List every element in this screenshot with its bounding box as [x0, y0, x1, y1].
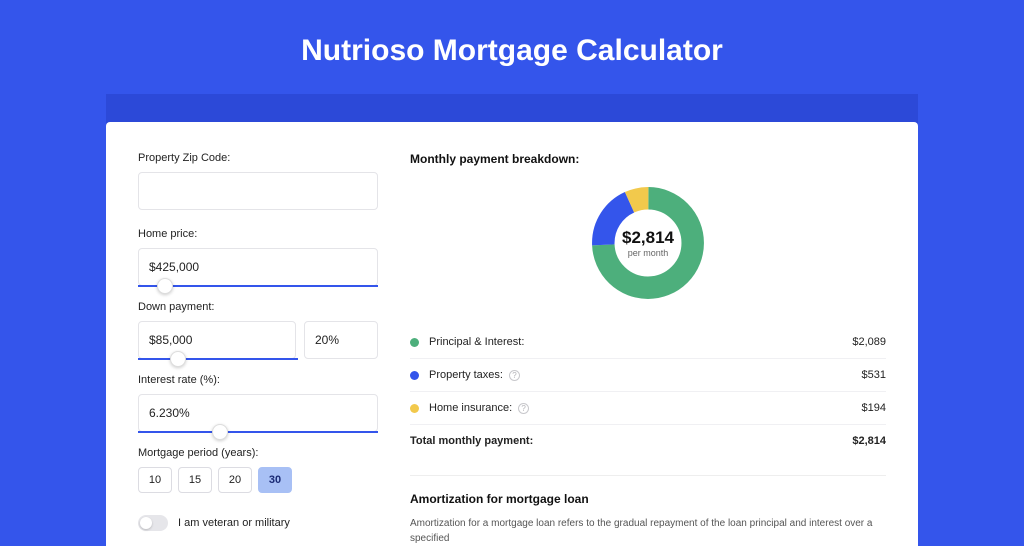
content-band: Property Zip Code: Home price: Down paym… [106, 94, 918, 546]
interest-field: Interest rate (%): [138, 374, 378, 433]
term-option-20[interactable]: 20 [218, 467, 252, 493]
donut-sub: per month [628, 248, 669, 258]
down-payment-slider[interactable] [138, 358, 298, 360]
legend-value: $2,089 [852, 336, 886, 348]
interest-slider[interactable] [138, 431, 378, 433]
legend-dot-icon [410, 338, 419, 347]
interest-slider-thumb[interactable] [212, 424, 228, 440]
amortization-body: Amortization for a mortgage loan refers … [410, 516, 886, 546]
donut-chart-wrap: $2,814 per month [410, 184, 886, 302]
inputs-column: Property Zip Code: Home price: Down paym… [138, 152, 378, 546]
term-option-30[interactable]: 30 [258, 467, 292, 493]
legend-total-label: Total monthly payment: [410, 435, 852, 447]
home-price-input[interactable] [138, 248, 378, 286]
breakdown-title: Monthly payment breakdown: [410, 152, 886, 166]
legend-total-value: $2,814 [852, 435, 886, 447]
legend-value: $194 [862, 402, 886, 414]
interest-label: Interest rate (%): [138, 374, 378, 386]
term-option-15[interactable]: 15 [178, 467, 212, 493]
donut-amount: $2,814 [622, 228, 674, 248]
donut-chart: $2,814 per month [589, 184, 707, 302]
donut-center: $2,814 per month [589, 184, 707, 302]
legend-row: Property taxes:?$531 [410, 358, 886, 391]
interest-input[interactable] [138, 394, 378, 432]
zip-field: Property Zip Code: [138, 152, 378, 210]
legend-value: $531 [862, 369, 886, 381]
zip-input[interactable] [138, 172, 378, 210]
veteran-toggle[interactable] [138, 515, 168, 531]
zip-label: Property Zip Code: [138, 152, 378, 164]
term-options: 10152030 [138, 467, 378, 493]
down-payment-label: Down payment: [138, 301, 378, 313]
home-price-slider[interactable] [138, 285, 378, 287]
veteran-label: I am veteran or military [178, 517, 290, 529]
legend-row: Home insurance:?$194 [410, 391, 886, 424]
page-title: Nutrioso Mortgage Calculator [0, 0, 1024, 94]
legend-label: Property taxes:? [429, 369, 862, 381]
down-payment-input[interactable] [138, 321, 296, 359]
info-icon[interactable]: ? [518, 403, 529, 414]
home-price-field: Home price: [138, 228, 378, 287]
legend-dot-icon [410, 404, 419, 413]
veteran-row: I am veteran or military [138, 515, 378, 531]
home-price-label: Home price: [138, 228, 378, 240]
down-payment-field: Down payment: [138, 301, 378, 360]
term-option-10[interactable]: 10 [138, 467, 172, 493]
legend-total-row: Total monthly payment:$2,814 [410, 424, 886, 457]
amortization-section: Amortization for mortgage loan Amortizat… [410, 475, 886, 546]
legend: Principal & Interest:$2,089Property taxe… [410, 326, 886, 457]
legend-label: Home insurance:? [429, 402, 862, 414]
down-payment-slider-thumb[interactable] [170, 351, 186, 367]
term-label: Mortgage period (years): [138, 447, 378, 459]
legend-dot-icon [410, 371, 419, 380]
legend-row: Principal & Interest:$2,089 [410, 326, 886, 358]
amortization-title: Amortization for mortgage loan [410, 492, 886, 506]
home-price-slider-thumb[interactable] [157, 278, 173, 294]
breakdown-column: Monthly payment breakdown: $2,814 per mo… [410, 152, 886, 546]
calculator-card: Property Zip Code: Home price: Down paym… [106, 122, 918, 546]
info-icon[interactable]: ? [509, 370, 520, 381]
term-field: Mortgage period (years): 10152030 [138, 447, 378, 493]
down-payment-percent-input[interactable] [304, 321, 378, 359]
legend-label: Principal & Interest: [429, 336, 852, 348]
